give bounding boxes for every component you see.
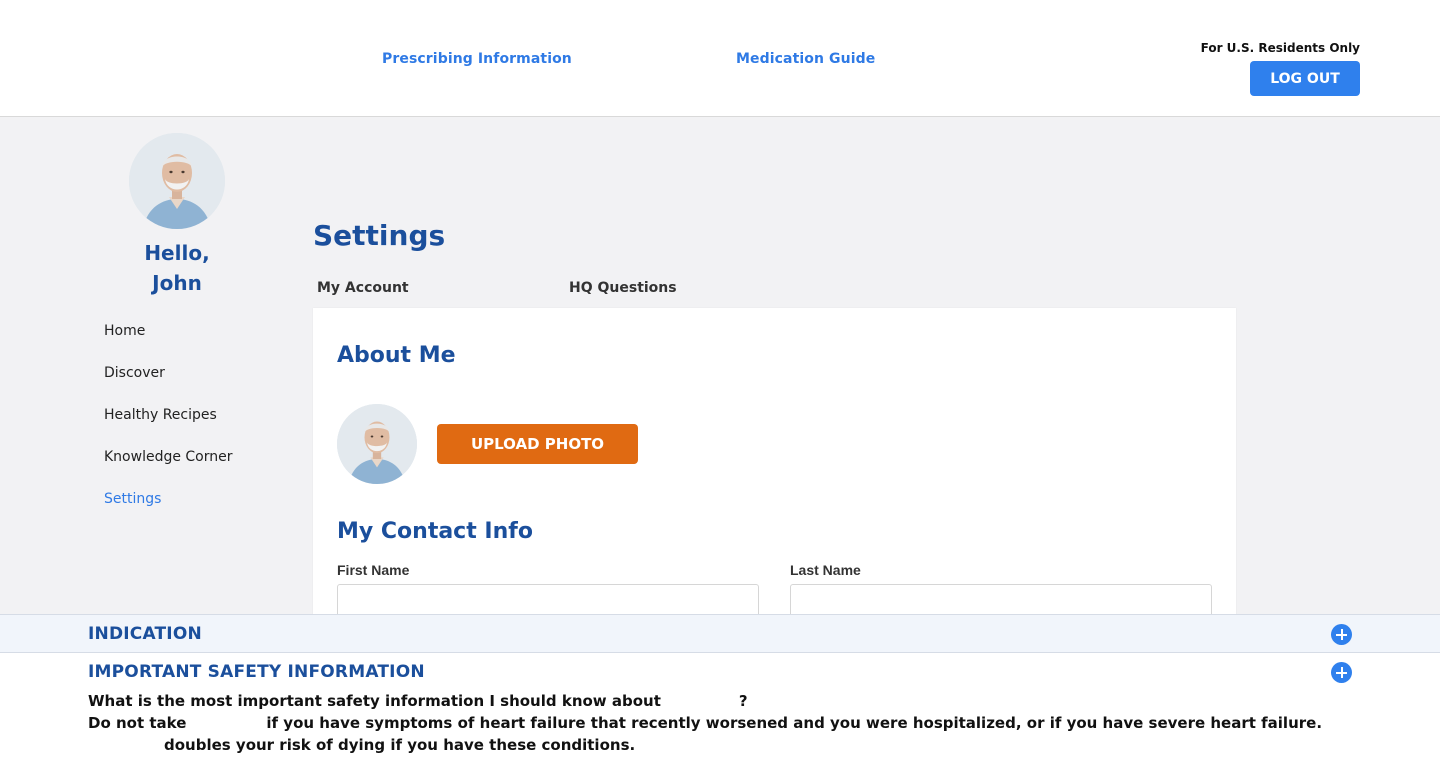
profile-photo xyxy=(337,404,417,484)
last-name-field[interactable] xyxy=(790,584,1212,618)
page-title: Settings xyxy=(313,219,446,252)
settings-card: About Me UPLOAD PHOTO My Contact Info Fi… xyxy=(313,308,1236,618)
plus-circle-icon[interactable] xyxy=(1331,662,1352,683)
first-name-label: First Name xyxy=(337,562,410,578)
site-header: Prescribing Information Medication Guide… xyxy=(0,0,1440,117)
isi-panel: INDICATION IMPORTANT SAFETY INFORMATION … xyxy=(0,614,1440,768)
residents-note: For U.S. Residents Only xyxy=(1200,41,1360,55)
greeting: Hello, John xyxy=(96,238,258,298)
isi-line1-rest: if you have symptoms of heart failure th… xyxy=(266,714,1323,732)
sidebar-item-home[interactable]: Home xyxy=(104,322,233,364)
sidebar-item-knowledge-corner[interactable]: Knowledge Corner xyxy=(104,448,233,490)
indication-title: INDICATION xyxy=(88,624,202,644)
logout-button[interactable]: LOG OUT xyxy=(1250,61,1360,96)
safety-row[interactable]: IMPORTANT SAFETY INFORMATION xyxy=(0,653,1440,691)
sidebar-item-discover[interactable]: Discover xyxy=(104,364,233,406)
current-photo xyxy=(337,404,417,484)
first-name-field[interactable] xyxy=(337,584,759,618)
sidebar-nav: Home Discover Healthy Recipes Knowledge … xyxy=(104,322,233,532)
indication-row[interactable]: INDICATION xyxy=(0,615,1440,653)
main-area: Hello, John Home Discover Healthy Recipe… xyxy=(0,117,1440,618)
profile-avatar xyxy=(129,133,225,229)
safety-title: IMPORTANT SAFETY INFORMATION xyxy=(88,662,425,682)
isi-line2: doubles your risk of dying if you have t… xyxy=(164,736,636,754)
plus-circle-icon[interactable] xyxy=(1331,624,1352,645)
greeting-name: John xyxy=(152,271,202,295)
about-me-heading: About Me xyxy=(337,343,456,368)
isi-question-prefix: What is the most important safety inform… xyxy=(88,692,661,710)
last-name-label: Last Name xyxy=(790,562,861,578)
upload-photo-button[interactable]: UPLOAD PHOTO xyxy=(437,424,638,464)
tab-hq-questions[interactable]: HQ Questions xyxy=(569,280,677,296)
contact-info-heading: My Contact Info xyxy=(337,519,533,544)
sidebar-item-settings[interactable]: Settings xyxy=(104,490,233,532)
sidebar-item-healthy-recipes[interactable]: Healthy Recipes xyxy=(104,406,233,448)
isi-question-suffix: ? xyxy=(738,692,748,710)
profile-photo xyxy=(129,133,225,229)
prescribing-information-link[interactable]: Prescribing Information xyxy=(382,51,572,67)
medication-guide-link[interactable]: Medication Guide xyxy=(736,51,875,67)
isi-line1: Do not take if you have symptoms of heart… xyxy=(88,714,1322,732)
isi-question: What is the most important safety inform… xyxy=(88,692,748,710)
isi-line1-prefix: Do not take xyxy=(88,714,187,732)
tab-my-account[interactable]: My Account xyxy=(317,280,409,296)
greeting-line1: Hello, xyxy=(144,241,210,265)
